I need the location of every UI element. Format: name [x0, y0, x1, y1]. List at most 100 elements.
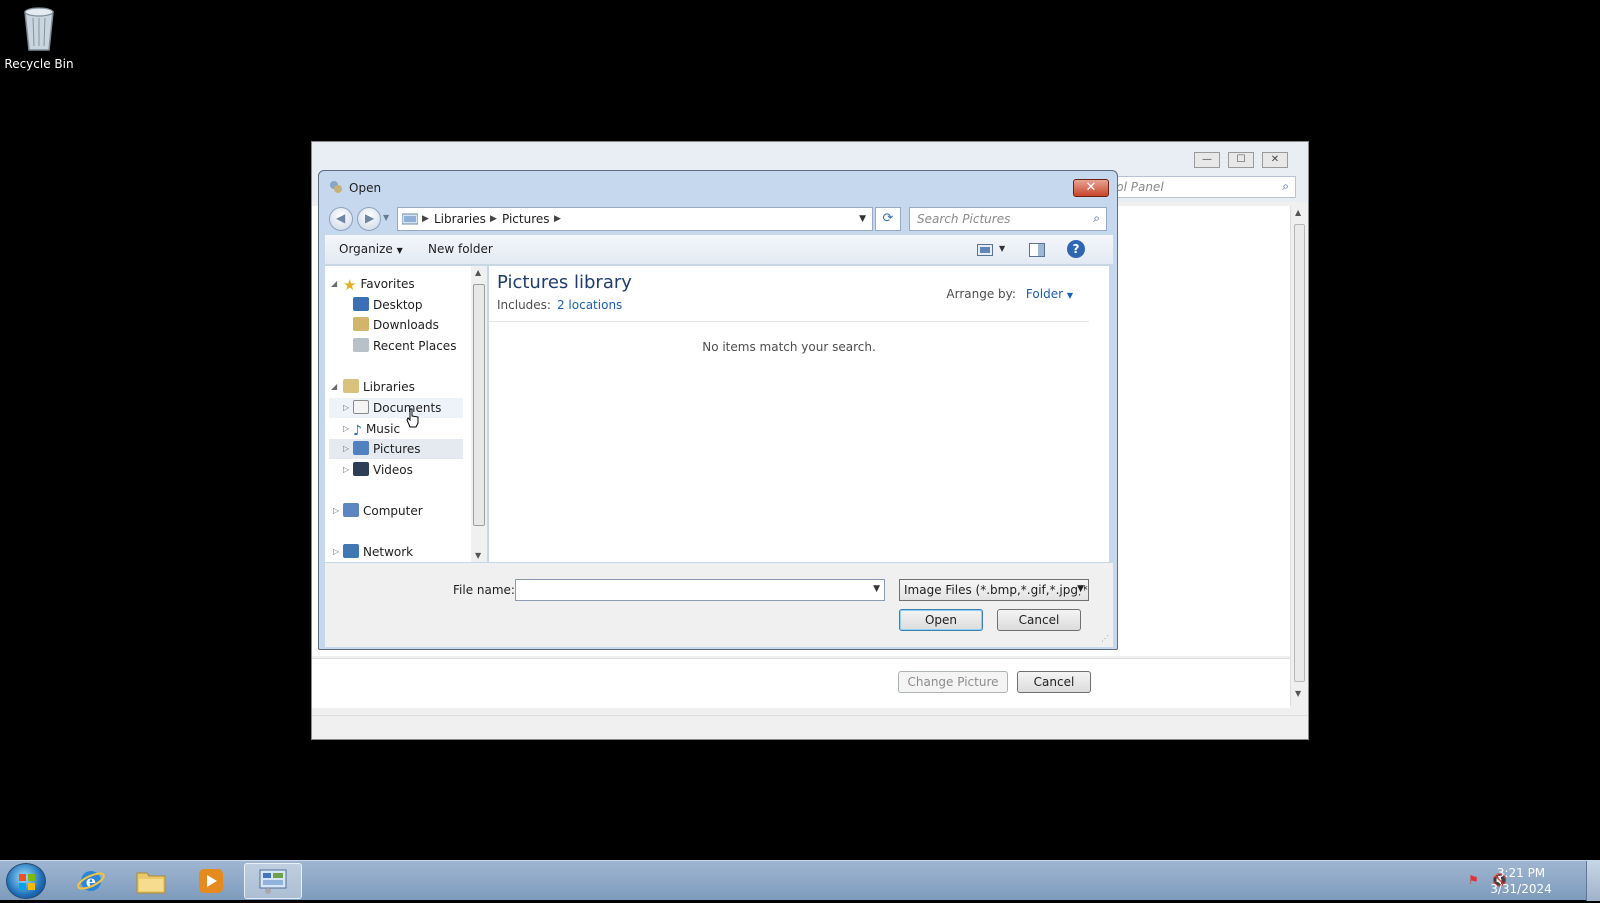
nav-music[interactable]: ▷ ♪ Music [329, 419, 463, 439]
forward-arrow-icon: ▶ [365, 211, 375, 225]
hand-cursor-icon [406, 408, 419, 428]
nav-desktop[interactable]: Desktop [329, 295, 469, 315]
open-dialog: Open ✕ ◀ ▶ ▼ ▶ Libraries ▶ Pictures ▶ ▼ … [318, 170, 1118, 650]
downloads-icon [353, 317, 369, 331]
nav-pictures[interactable]: ▷ Pictures [329, 439, 463, 459]
chevron-down-icon[interactable]: ▼ [1077, 584, 1084, 594]
file-type-filter-select[interactable]: Image Files (*.bmp,*.gif,*.jpg,*. ▼ [899, 579, 1089, 601]
dialog-cancel-button[interactable]: Cancel [997, 609, 1081, 631]
address-history-dropdown-icon[interactable]: ▼ [859, 214, 866, 224]
bg-window-scrollbar[interactable]: ▲ ▼ [1290, 206, 1308, 706]
organize-button[interactable]: Organize ▼ [339, 242, 403, 256]
file-name-label: File name: [453, 583, 515, 597]
empty-message: No items match your search. [702, 340, 876, 354]
recent-pages-dropdown[interactable]: ▼ [383, 213, 389, 222]
expanded-arrow-icon[interactable]: ◢ [331, 274, 337, 294]
collapsed-arrow-icon[interactable]: ▷ [333, 542, 339, 562]
back-button[interactable]: ◀ [329, 207, 353, 231]
nav-videos[interactable]: ▷ Videos [329, 460, 463, 480]
nav-scroll-thumb[interactable] [473, 284, 485, 526]
address-bar[interactable]: ▶ Libraries ▶ Pictures ▶ ▼ [397, 207, 873, 231]
collapsed-arrow-icon[interactable]: ▷ [343, 398, 349, 418]
collapsed-arrow-icon[interactable]: ▷ [333, 501, 339, 521]
change-view-icon[interactable] [977, 244, 993, 256]
network-icon [343, 544, 359, 558]
control-panel-icon [259, 869, 287, 894]
file-list-pane: Pictures library Includes: 2 locations Ar… [489, 266, 1109, 562]
file-name-dropdown-icon[interactable]: ▼ [873, 584, 880, 594]
help-icon[interactable]: ? [1067, 240, 1085, 258]
nav-favorites[interactable]: ◢ ★ Favorites [329, 274, 469, 294]
dialog-bottom-panel: File name: ▼ Image Files (*.bmp,*.gif,*.… [325, 563, 1113, 647]
nav-favorites-label: Favorites [360, 277, 415, 291]
action-center-flag-icon[interactable]: ⚑ [1468, 873, 1484, 887]
breadcrumb-pictures[interactable]: Pictures [502, 212, 550, 226]
dialog-toolbar: Organize ▼ New folder ▼ ? [325, 235, 1113, 265]
includes-label: Includes: [497, 298, 551, 312]
taskbar-control-panel[interactable] [244, 863, 302, 899]
open-button[interactable]: Open [899, 609, 983, 631]
dialog-search-placeholder: Search Pictures [917, 212, 1011, 226]
expanded-arrow-icon[interactable]: ◢ [331, 377, 337, 397]
taskbar-media-player[interactable] [182, 863, 240, 899]
view-options-dropdown-icon[interactable]: ▼ [999, 244, 1005, 253]
scroll-down-icon[interactable]: ▼ [1295, 689, 1301, 698]
taskbar-internet-explorer[interactable]: e [62, 863, 120, 899]
close-button[interactable]: ✕ [1262, 152, 1288, 168]
breadcrumb-libraries[interactable]: Libraries [434, 212, 486, 226]
dialog-close-button[interactable]: ✕ [1073, 179, 1109, 197]
breadcrumb-separator-icon[interactable]: ▶ [554, 214, 561, 224]
refresh-button[interactable]: ⟳ [875, 207, 901, 231]
nav-libraries[interactable]: ◢ Libraries [329, 377, 469, 397]
nav-network[interactable]: ▷ Network [329, 542, 469, 562]
scroll-down-icon[interactable]: ▼ [475, 551, 481, 560]
bg-search-field[interactable]: ntrol Panel ⌕ [1092, 176, 1296, 198]
recycle-bin-label: Recycle Bin [4, 57, 74, 71]
resize-grip-icon[interactable]: ⋰ [1101, 634, 1109, 643]
arrange-by: Arrange by: Folder ▼ [946, 287, 1073, 301]
collapsed-arrow-icon[interactable]: ▷ [343, 419, 349, 439]
arrange-by-value: Folder [1025, 287, 1064, 301]
nav-computer[interactable]: ▷ Computer [329, 501, 469, 521]
organize-label: Organize [339, 242, 393, 256]
taskbar-file-explorer[interactable] [122, 863, 180, 899]
nav-downloads[interactable]: Downloads [329, 315, 469, 335]
bg-scroll-thumb[interactable] [1294, 224, 1305, 682]
new-folder-button[interactable]: New folder [428, 242, 493, 256]
nav-documents[interactable]: ▷ Documents [329, 398, 463, 418]
nav-videos-label: Videos [373, 463, 413, 477]
library-title: Pictures library [497, 272, 632, 293]
change-picture-button[interactable]: Change Picture [898, 671, 1008, 693]
desktop-icon [353, 297, 369, 311]
search-icon: ⌕ [1282, 179, 1289, 193]
preview-pane-icon[interactable] [1029, 243, 1045, 257]
clock-date: 3/31/2024 [1490, 882, 1552, 896]
nav-music-label: Music [365, 422, 401, 436]
recycle-bin-icon [24, 7, 54, 51]
dialog-search-field[interactable]: Search Pictures ⌕ [909, 207, 1107, 231]
maximize-button[interactable]: ☐ [1228, 152, 1254, 168]
nav-recent-places[interactable]: Recent Places [329, 336, 469, 356]
show-desktop-button[interactable] [1586, 861, 1600, 901]
start-button[interactable] [6, 863, 46, 899]
includes-locations-link[interactable]: 2 locations [557, 298, 622, 312]
breadcrumb-separator-icon[interactable]: ▶ [490, 214, 497, 224]
library-icon [402, 213, 418, 225]
desktop: Recycle Bin — ☐ ✕ ntrol Panel ⌕ ▲ ▼ Chan… [0, 0, 1600, 901]
collapsed-arrow-icon[interactable]: ▷ [343, 460, 349, 480]
minimize-button[interactable]: — [1194, 152, 1220, 168]
scroll-up-icon[interactable]: ▲ [475, 268, 481, 277]
recycle-bin-shortcut[interactable]: Recycle Bin [4, 6, 74, 71]
breadcrumb-separator-icon: ▶ [422, 214, 429, 224]
clock[interactable]: 3:21 PM 3/31/2024 [1486, 865, 1556, 897]
search-icon[interactable]: ⌕ [1093, 211, 1100, 226]
nav-scrollbar[interactable]: ▲ ▼ [471, 266, 487, 562]
nav-network-label: Network [363, 545, 414, 559]
collapsed-arrow-icon[interactable]: ▷ [343, 439, 349, 459]
file-name-input[interactable]: ▼ [515, 579, 885, 601]
scroll-up-icon[interactable]: ▲ [1295, 208, 1301, 217]
arrange-by-dropdown[interactable]: Folder ▼ [1026, 287, 1073, 301]
forward-button[interactable]: ▶ [357, 207, 381, 231]
nav-pictures-label: Pictures [373, 442, 421, 456]
bg-cancel-button[interactable]: Cancel [1017, 671, 1091, 693]
